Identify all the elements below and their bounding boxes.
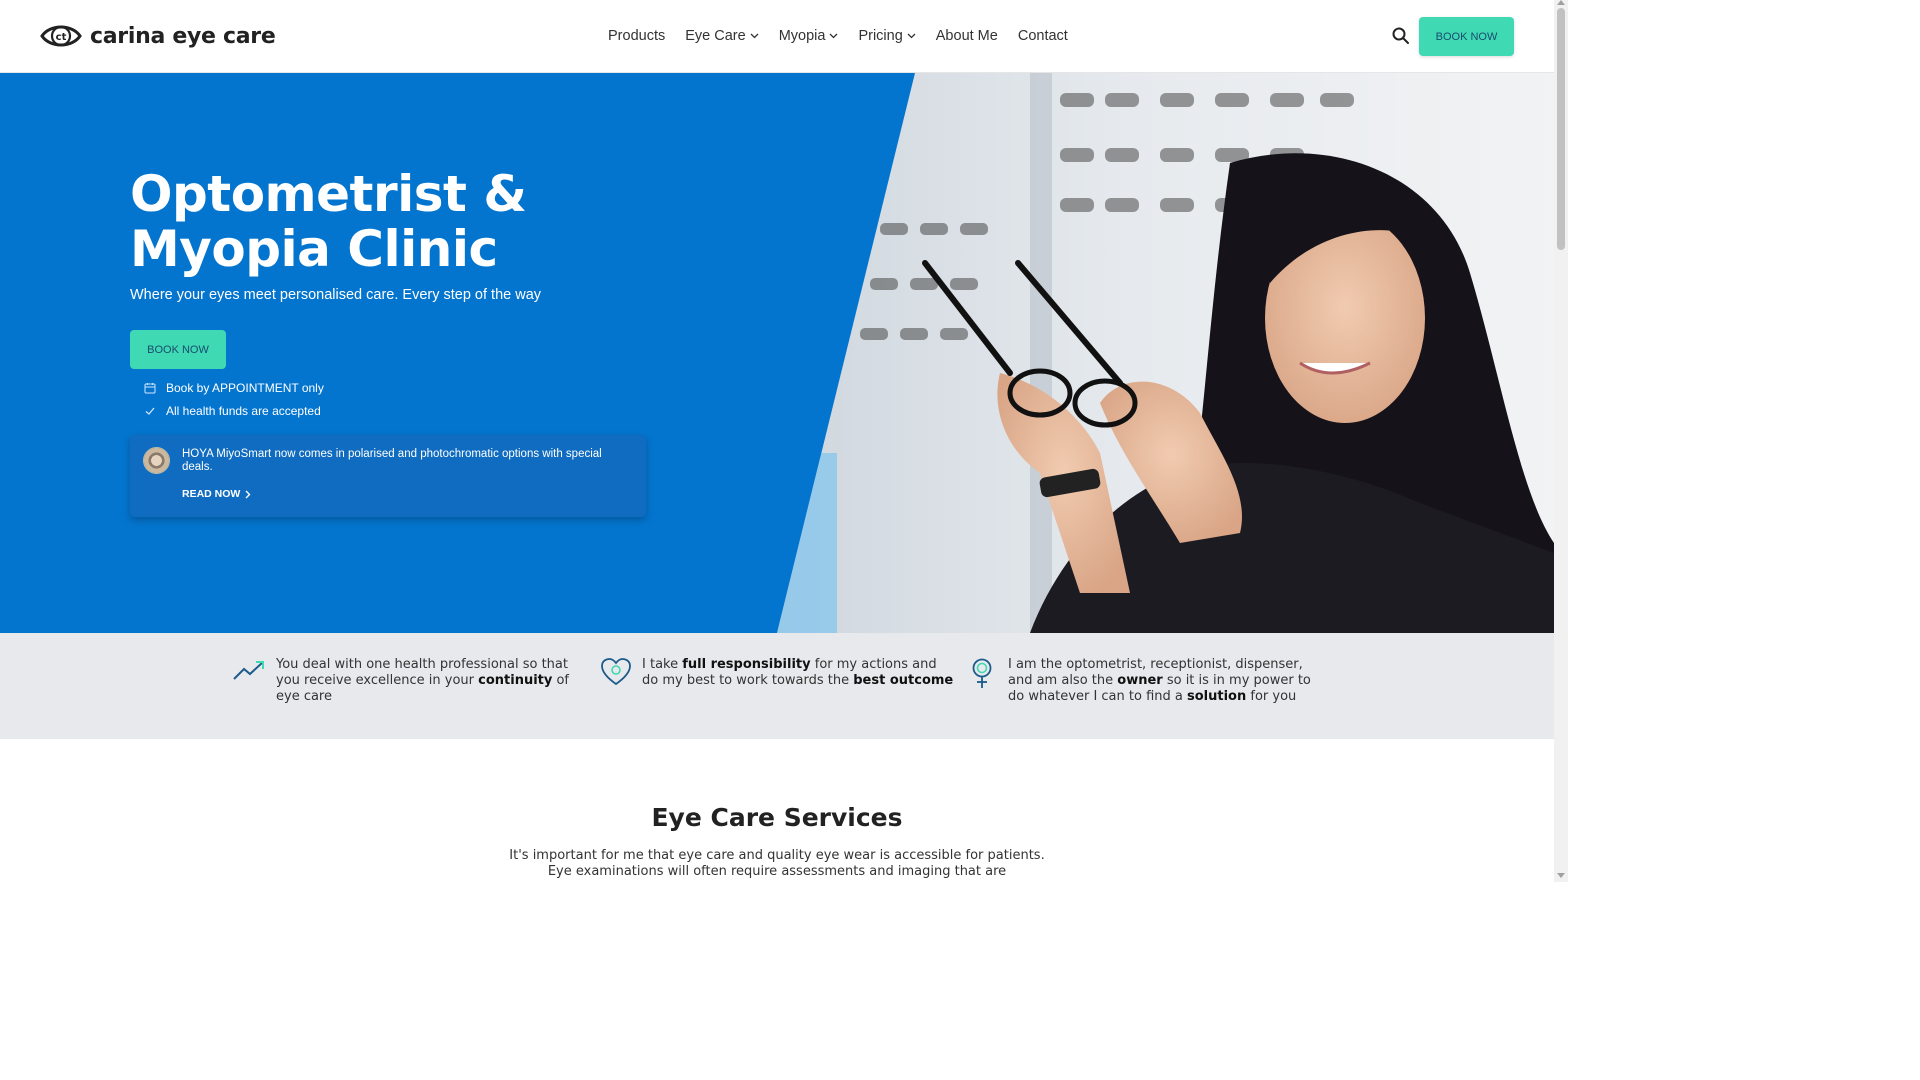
feature-health-funds-text: All health funds are accepted xyxy=(166,404,321,418)
nav-eye-care-label: Eye Care xyxy=(685,28,746,44)
promo-card: HOYA MiyoSmart now comes in polarised an… xyxy=(130,435,646,517)
optometrist-photo xyxy=(777,73,1554,633)
value-responsibility: I take full responsibility for my action… xyxy=(600,657,955,689)
hero-title: Optometrist & Myopia Clinic xyxy=(130,165,527,278)
hero-subtitle: Where your eyes meet personalised care. … xyxy=(130,287,542,303)
services-description: It's important for me that eye care and … xyxy=(477,848,1077,880)
scrollbar-thumb[interactable] xyxy=(1557,8,1565,250)
chevron-down-icon xyxy=(907,33,916,39)
brand-name: carina eye care xyxy=(90,23,276,49)
value-continuity-text: You deal with one health professional so… xyxy=(276,657,570,704)
check-icon xyxy=(145,407,155,415)
values-strip: You deal with one health professional so… xyxy=(0,633,1554,739)
read-now-link[interactable]: READ NOW xyxy=(182,488,251,500)
brand-logo[interactable]: ct carina eye care xyxy=(40,22,276,50)
heart-icon xyxy=(601,658,631,686)
services-desc-line1: It's important for me that eye care and … xyxy=(509,848,1045,863)
svg-text:ct: ct xyxy=(56,32,67,43)
value-owner-text: I am the optometrist, receptionist, disp… xyxy=(1008,657,1311,704)
search-icon[interactable] xyxy=(1391,26,1411,46)
value-continuity: You deal with one health professional so… xyxy=(232,657,592,705)
scroll-down-arrow-icon[interactable] xyxy=(1557,873,1565,878)
chevron-down-icon xyxy=(829,33,838,39)
nav-about-me-label: About Me xyxy=(935,28,998,44)
nav-eye-care[interactable]: Eye Care xyxy=(685,28,759,44)
nav-products-label: Products xyxy=(608,28,666,44)
chevron-right-icon xyxy=(245,490,251,498)
hero-section: Optometrist & Myopia Clinic Where your e… xyxy=(0,73,1554,633)
hero-book-now-button[interactable]: BOOK NOW xyxy=(130,330,226,369)
hero-title-line2: Myopia Clinic xyxy=(130,220,498,278)
page-scrollbar[interactable] xyxy=(1554,0,1568,882)
feature-health-funds: All health funds are accepted xyxy=(144,404,321,418)
scroll-up-arrow-icon[interactable] xyxy=(1557,0,1565,5)
value-owner: I am the optometrist, receptionist, disp… xyxy=(970,657,1330,705)
chevron-down-icon xyxy=(750,33,759,39)
services-desc-line2: Eye examinations will often require asse… xyxy=(547,864,1007,879)
nav-contact-label: Contact xyxy=(1017,28,1068,44)
services-heading: Eye Care Services xyxy=(651,803,903,832)
read-now-label: READ NOW xyxy=(182,488,241,500)
promo-thumbnail xyxy=(143,447,170,474)
feature-appointment-text: Book by APPOINTMENT only xyxy=(166,381,324,395)
feature-appointment: Book by APPOINTMENT only xyxy=(144,381,324,395)
site-header: ct carina eye care Products Eye Care Myo… xyxy=(0,0,1554,73)
nav-myopia-label: Myopia xyxy=(778,28,826,44)
trending-up-icon xyxy=(233,661,264,680)
nav-myopia[interactable]: Myopia xyxy=(779,28,839,44)
nav-products[interactable]: Products xyxy=(608,28,665,44)
hero-title-line1: Optometrist & xyxy=(130,165,527,223)
female-icon xyxy=(972,658,992,688)
eye-logo-icon: ct xyxy=(40,25,82,47)
promo-text: HOYA MiyoSmart now comes in polarised an… xyxy=(182,448,602,473)
nav-pricing-label: Pricing xyxy=(858,28,903,44)
header-book-now-button[interactable]: BOOK NOW xyxy=(1419,17,1514,56)
nav-pricing[interactable]: Pricing xyxy=(858,28,916,44)
nav-about-me[interactable]: About Me xyxy=(936,28,998,44)
calendar-icon xyxy=(144,383,156,394)
nav-contact[interactable]: Contact xyxy=(1018,28,1068,44)
main-nav: Products Eye Care Myopia Pricing About M… xyxy=(608,28,1068,44)
value-responsibility-text: I take full responsibility for my action… xyxy=(642,657,954,688)
